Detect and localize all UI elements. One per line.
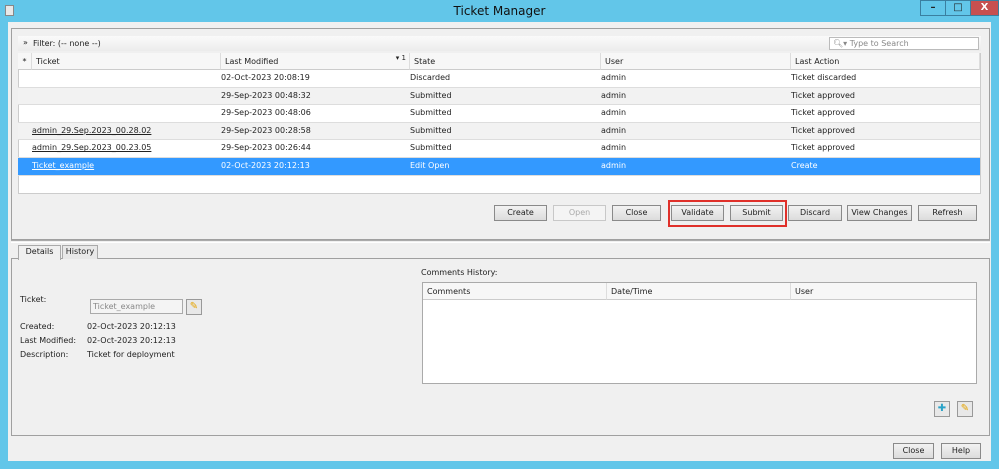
- splitter[interactable]: [11, 240, 990, 243]
- search-input[interactable]: 🔍︎▾ Type to Search: [829, 37, 979, 50]
- cell-user: admin: [601, 143, 627, 153]
- sort-desc-icon: ▾ 1: [395, 54, 406, 62]
- cell-modified: 29-Sep-2023 00:48:06: [221, 108, 311, 118]
- table-row[interactable]: Ticket_example 02-Oct-2023 20:12:13 Edit O…: [18, 158, 980, 176]
- help-button[interactable]: Help: [941, 443, 981, 459]
- pencil-icon: ✎: [189, 301, 199, 312]
- column-header-label: Last Modified: [225, 57, 279, 66]
- cell-action: Ticket approved: [791, 143, 856, 153]
- cell-action: Ticket approved: [791, 90, 856, 100]
- cell-state: Submitted: [410, 143, 452, 153]
- tab-details[interactable]: Details: [18, 245, 61, 260]
- table-row[interactable]: 29-Sep-2023 00:48:06 Submitted admin Ticket…: [18, 105, 980, 123]
- cell-user: admin: [601, 108, 627, 118]
- created-label: Created:: [20, 322, 55, 331]
- cell-user: admin: [601, 90, 627, 100]
- minimize-button[interactable]: –: [920, 0, 946, 16]
- close-window-button[interactable]: X: [970, 0, 999, 16]
- column-header-ticket[interactable]: Ticket: [32, 53, 221, 70]
- description-value: Ticket for deployment: [87, 350, 175, 359]
- filter-label: Filter: (-- none --): [33, 39, 101, 48]
- close-ticket-button[interactable]: Close: [612, 205, 661, 221]
- edit-comment-button[interactable]: ✎: [957, 401, 973, 417]
- pencil-icon: ✎: [960, 403, 970, 414]
- table-row[interactable]: 29-Sep-2023 00:48:32 Submitted admin Ticket…: [18, 87, 980, 106]
- comments-history-label: Comments History:: [421, 268, 498, 277]
- table-row[interactable]: admin_29.Sep.2023_00.28.02 29-Sep-2023 00…: [18, 122, 980, 141]
- ticket-name-field[interactable]: Ticket_example: [90, 299, 183, 314]
- tab-history[interactable]: History: [62, 245, 98, 259]
- cell-ticket[interactable]: admin_29.Sep.2023_00.23.05: [32, 140, 151, 156]
- column-header-last-modified[interactable]: Last Modified ▾ 1: [221, 53, 410, 70]
- close-button[interactable]: Close: [893, 443, 934, 459]
- last-modified-value: 02-Oct-2023 20:12:13: [87, 336, 176, 345]
- created-value: 02-Oct-2023 20:12:13: [87, 322, 176, 331]
- cell-state: Submitted: [410, 125, 452, 135]
- ticket-label: Ticket:: [20, 295, 47, 304]
- discard-button[interactable]: Discard: [788, 205, 842, 221]
- last-modified-label: Last Modified:: [20, 336, 77, 345]
- cell-state: Submitted: [410, 90, 452, 100]
- cell-action: Ticket discarded: [791, 73, 857, 82]
- cell-action: Ticket approved: [791, 125, 856, 135]
- comments-header-user[interactable]: User: [791, 283, 976, 300]
- cell-user: admin: [601, 125, 627, 135]
- create-button[interactable]: Create: [494, 205, 547, 221]
- cell-ticket[interactable]: admin_29.Sep.2023_00.28.02: [32, 123, 151, 139]
- cell-state: Discarded: [410, 73, 451, 82]
- search-placeholder: Type to Search: [849, 39, 909, 48]
- cell-modified: 29-Sep-2023 00:26:44: [221, 143, 311, 153]
- cell-modified: 29-Sep-2023 00:28:58: [221, 125, 311, 135]
- highlight-box: [668, 200, 787, 227]
- plus-icon: ✚: [937, 403, 947, 414]
- cell-modified: 02-Oct-2023 20:12:13: [221, 161, 310, 170]
- comments-header-datetime[interactable]: Date/Time: [607, 283, 791, 300]
- cell-action: Create: [791, 161, 818, 170]
- cell-user: admin: [601, 73, 627, 82]
- add-comment-button[interactable]: ✚: [934, 401, 950, 417]
- cell-state: Submitted: [410, 108, 452, 118]
- table-row[interactable]: admin_29.Sep.2023_00.23.05 29-Sep-2023 00…: [18, 140, 980, 158]
- comments-header-comments[interactable]: Comments: [423, 283, 607, 300]
- cell-ticket[interactable]: Ticket_example: [32, 158, 94, 174]
- cell-action: Ticket approved: [791, 108, 856, 118]
- column-header-marker[interactable]: *: [18, 53, 32, 70]
- cell-user: admin: [601, 161, 627, 170]
- search-icon: 🔍︎▾: [833, 39, 850, 48]
- filter-expand-icon[interactable]: »: [23, 38, 28, 47]
- window-title: Ticket Manager: [453, 4, 546, 18]
- column-header-last-action[interactable]: Last Action: [791, 53, 980, 70]
- maximize-button[interactable]: □: [945, 0, 971, 16]
- cell-modified: 02-Oct-2023 20:08:19: [221, 73, 310, 82]
- table-row[interactable]: 02-Oct-2023 20:08:19 Discarded admin Ticket…: [18, 70, 980, 88]
- column-header-user[interactable]: User: [601, 53, 791, 70]
- view-changes-button[interactable]: View Changes: [847, 205, 912, 221]
- description-label: Description:: [20, 350, 69, 359]
- refresh-button[interactable]: Refresh: [918, 205, 977, 221]
- open-button[interactable]: Open: [553, 205, 606, 221]
- cell-state: Edit Open: [410, 161, 450, 170]
- edit-ticket-name-button[interactable]: ✎: [186, 299, 202, 315]
- column-header-state[interactable]: State: [410, 53, 601, 70]
- cell-modified: 29-Sep-2023 00:48:32: [221, 90, 311, 100]
